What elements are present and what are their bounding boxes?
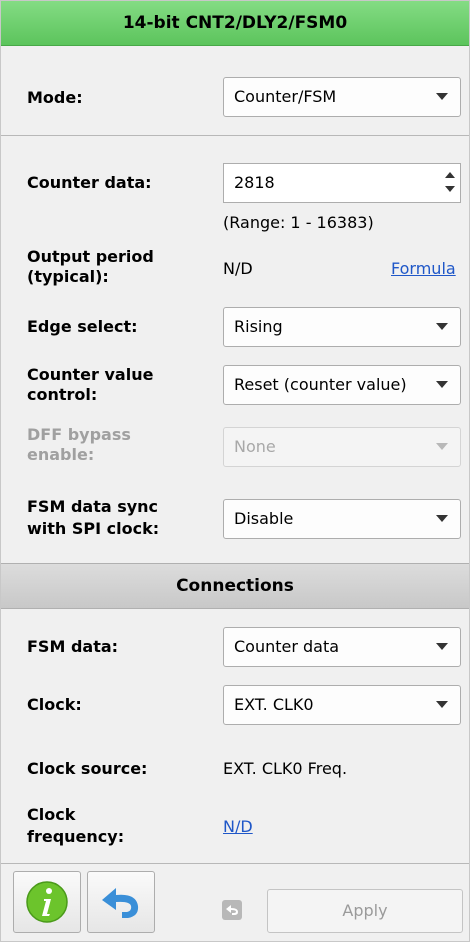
clock-source-value: EXT. CLK0 Freq.	[223, 759, 348, 778]
spin-down-icon[interactable]	[445, 186, 455, 192]
dff-bypass-dropdown: None	[223, 427, 461, 467]
clock-dropdown[interactable]: EXT. CLK0	[223, 685, 461, 725]
clock-frequency-label-2: frequency:	[27, 827, 125, 846]
fsm-sync-label-2: with SPI clock:	[27, 519, 160, 538]
clock-frequency-link[interactable]: N/D	[223, 817, 253, 837]
fsm-data-value: Counter data	[234, 637, 340, 656]
counter-data-value: 2818	[234, 173, 275, 192]
clock-source-label: Clock source:	[27, 759, 148, 778]
edge-select-value: Rising	[234, 317, 283, 336]
clock-frequency-label-1: Clock	[27, 805, 76, 824]
fsm-data-label: FSM data:	[27, 637, 119, 656]
output-period-value: N/D	[223, 259, 253, 278]
dff-bypass-label-2: enable:	[27, 445, 95, 464]
counter-range-text: (Range: 1 - 16383)	[223, 213, 374, 232]
dff-bypass-value: None	[234, 437, 276, 456]
edge-select-dropdown[interactable]: Rising	[223, 307, 461, 347]
properties-panel: 14-bit CNT2/DLY2/FSM0 Mode: Counter/FSM …	[0, 0, 470, 942]
mode-label: Mode:	[27, 88, 83, 107]
fsm-sync-dropdown[interactable]: Disable	[223, 499, 461, 539]
chevron-down-icon	[436, 93, 448, 100]
fsm-sync-label-1: FSM data sync	[27, 497, 159, 516]
panel-title: 14-bit CNT2/DLY2/FSM0	[1, 1, 469, 46]
undo-button[interactable]	[87, 871, 155, 933]
counter-value-control-label-2: control:	[27, 385, 98, 404]
clock-label: Clock:	[27, 695, 82, 714]
chevron-down-icon	[436, 323, 448, 330]
counter-value-control-dropdown[interactable]: Reset (counter value)	[223, 365, 461, 405]
output-period-label-2: (typical):	[27, 267, 109, 286]
info-button[interactable]	[13, 871, 81, 933]
revert-icon[interactable]	[221, 899, 243, 921]
counter-data-label: Counter data:	[27, 173, 152, 192]
connections-header: Connections	[1, 563, 469, 609]
apply-button[interactable]: Apply	[267, 889, 463, 933]
counter-data-spinbox[interactable]: 2818	[223, 163, 461, 203]
output-period-label-1: Output period	[27, 247, 154, 266]
chevron-down-icon	[436, 643, 448, 650]
mode-value: Counter/FSM	[234, 87, 337, 106]
chevron-down-icon	[436, 381, 448, 388]
fsm-sync-value: Disable	[234, 509, 294, 528]
spin-up-icon[interactable]	[445, 172, 455, 178]
chevron-down-icon	[436, 515, 448, 522]
divider	[1, 863, 469, 864]
spin-buttons[interactable]	[442, 166, 458, 200]
mode-dropdown[interactable]: Counter/FSM	[223, 77, 461, 117]
formula-link[interactable]: Formula	[391, 259, 456, 279]
chevron-down-icon	[436, 701, 448, 708]
chevron-down-icon	[436, 443, 448, 450]
undo-icon	[102, 888, 139, 918]
dff-bypass-label-1: DFF bypass	[27, 425, 131, 444]
edge-select-label: Edge select:	[27, 317, 138, 336]
clock-value: EXT. CLK0	[234, 695, 314, 714]
info-icon	[26, 881, 68, 923]
counter-value-control-label-1: Counter value	[27, 365, 154, 384]
divider	[1, 135, 469, 136]
fsm-data-dropdown[interactable]: Counter data	[223, 627, 461, 667]
counter-value-control-value: Reset (counter value)	[234, 375, 407, 394]
